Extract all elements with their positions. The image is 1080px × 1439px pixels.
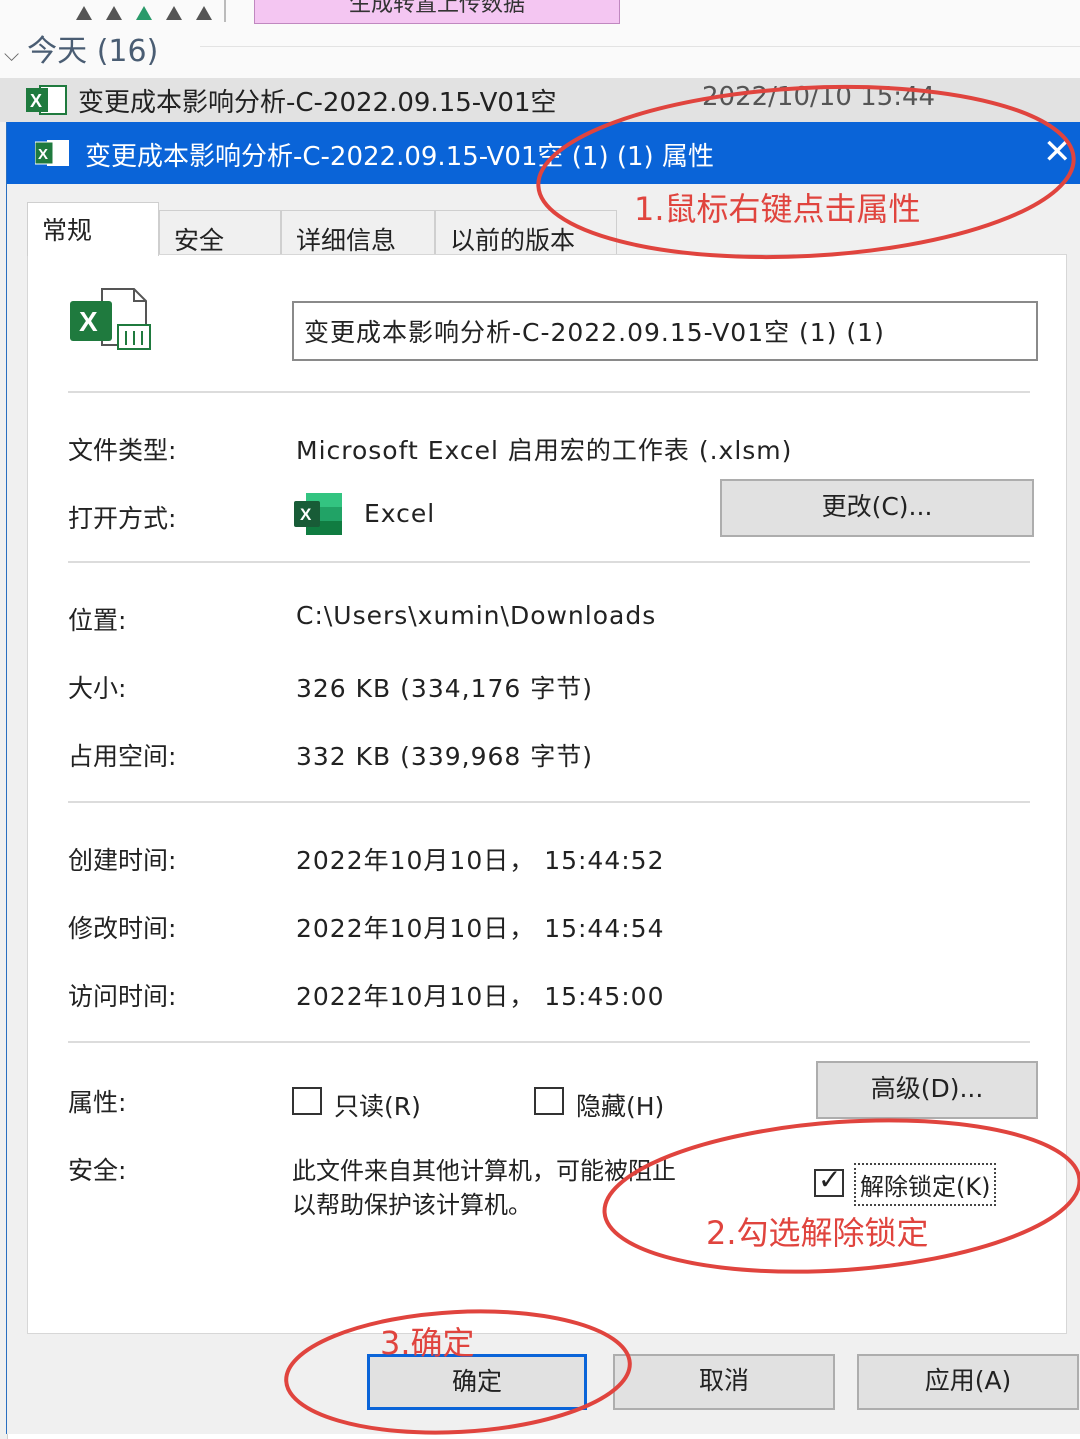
location-value: C:\Users\xumin\Downloads — [296, 601, 657, 630]
divider — [68, 391, 1030, 393]
size-on-disk-value: 332 KB (339,968 字节) — [296, 742, 593, 771]
dialog-titlebar[interactable]: X 变更成本影响分析-C-2022.09.15-V01空 (1) (1) 属性 … — [7, 122, 1080, 184]
excel-app-icon: X — [294, 493, 342, 535]
attributes-label: 属性: — [68, 1088, 127, 1117]
file-name-value: 变更成本影响分析-C-2022.09.15-V01空 (1) (1) — [304, 318, 885, 347]
tab-label: 以前的版本 — [450, 226, 576, 255]
toolbar-separator — [224, 0, 226, 22]
svg-text:X: X — [30, 91, 42, 111]
divider — [68, 1041, 1030, 1043]
file-row-name: 变更成本影响分析-C-2022.09.15-V01空 — [78, 88, 557, 118]
apply-button[interactable]: 应用(A) — [857, 1354, 1079, 1410]
file-name-input[interactable]: 变更成本影响分析-C-2022.09.15-V01空 (1) (1) — [292, 301, 1038, 361]
annotation-step3: 3.确定 — [380, 1324, 475, 1362]
accessed-label: 访问时间: — [68, 982, 177, 1011]
created-label: 创建时间: — [68, 846, 177, 875]
pink-tag-button[interactable]: 生成转置上传数据 — [254, 0, 620, 24]
readonly-label[interactable]: 只读(R) — [334, 1087, 421, 1123]
divider — [68, 801, 1030, 803]
excel-macro-file-icon: X — [70, 288, 151, 350]
accessed-value: 2022年10月10日， 15:45:00 — [296, 982, 665, 1011]
group-divider — [200, 46, 1080, 47]
svg-text:X: X — [79, 306, 98, 337]
svg-text:X: X — [38, 146, 48, 163]
tab-security[interactable]: 安全 — [159, 210, 281, 256]
cancel-button[interactable]: 取消 — [613, 1354, 835, 1410]
size-label: 大小: — [68, 674, 127, 703]
created-value: 2022年10月10日， 15:44:52 — [296, 846, 665, 875]
unblock-label[interactable]: 解除锁定(K) — [854, 1163, 997, 1206]
file-list-row[interactable]: X 变更成本影响分析-C-2022.09.15-V01空 2022/10/10 … — [0, 78, 1080, 122]
advanced-label: 高级(D)... — [870, 1074, 984, 1103]
cancel-label: 取消 — [698, 1366, 749, 1395]
annotation-step1: 1.鼠标右键点击属性 — [634, 190, 921, 228]
size-value: 326 KB (334,176 字节) — [296, 674, 593, 703]
file-type-label: 文件类型: — [68, 436, 177, 465]
security-text-line1: 此文件来自其他计算机，可能被阻止 — [292, 1157, 676, 1185]
security-text-line2: 以帮助保护该计算机。 — [292, 1191, 532, 1219]
unblock-checkbox[interactable] — [814, 1163, 844, 1197]
toolbar-arrows-icon — [76, 6, 212, 20]
modified-label: 修改时间: — [68, 914, 177, 943]
apply-label: 应用(A) — [924, 1366, 1012, 1395]
tab-details[interactable]: 详细信息 — [281, 210, 435, 256]
general-tab-panel: X 变更成本影响分析-C-2022.09.15-V01空 (1) (1) 文件类… — [27, 254, 1067, 1334]
tab-general[interactable]: 常规 — [27, 202, 159, 256]
hidden-checkbox[interactable] — [534, 1087, 564, 1115]
file-type-value: Microsoft Excel 启用宏的工作表 (.xlsm) — [296, 436, 793, 465]
tab-previous-versions[interactable]: 以前的版本 — [435, 210, 617, 256]
ok-label: 确定 — [451, 1367, 502, 1396]
advanced-button[interactable]: 高级(D)... — [816, 1061, 1038, 1119]
size-on-disk-label: 占用空间: — [68, 742, 177, 771]
tab-label: 安全 — [174, 226, 225, 255]
group-header-label: 今天 (16) — [27, 34, 159, 69]
excel-title-icon: X — [35, 140, 69, 166]
svg-text:X: X — [300, 505, 312, 524]
divider — [68, 561, 1030, 563]
dialog-title: 变更成本影响分析-C-2022.09.15-V01空 (1) (1) 属性 — [85, 142, 714, 172]
close-icon[interactable]: ✕ — [1043, 132, 1072, 172]
tab-label: 常规 — [42, 216, 93, 245]
change-app-label: 更改(C)... — [821, 492, 933, 521]
hidden-label[interactable]: 隐藏(H) — [576, 1087, 664, 1123]
group-header-today[interactable]: ⌵ 今天 (16) — [4, 26, 158, 70]
open-with-label: 打开方式: — [68, 504, 177, 533]
open-with-value: Excel — [364, 499, 436, 528]
security-label: 安全: — [68, 1156, 127, 1185]
modified-value: 2022年10月10日， 15:44:54 — [296, 914, 665, 943]
change-app-button[interactable]: 更改(C)... — [720, 479, 1034, 537]
readonly-checkbox[interactable] — [292, 1087, 322, 1115]
excel-file-icon: X — [26, 85, 67, 115]
pink-tag-label: 生成转置上传数据 — [348, 0, 525, 17]
tab-label: 详细信息 — [296, 226, 397, 255]
annotation-step2: 2.勾选解除锁定 — [706, 1214, 929, 1252]
file-row-date: 2022/10/10 15:44 — [702, 82, 936, 112]
chevron-down-icon: ⌵ — [4, 42, 20, 66]
location-label: 位置: — [68, 606, 127, 635]
